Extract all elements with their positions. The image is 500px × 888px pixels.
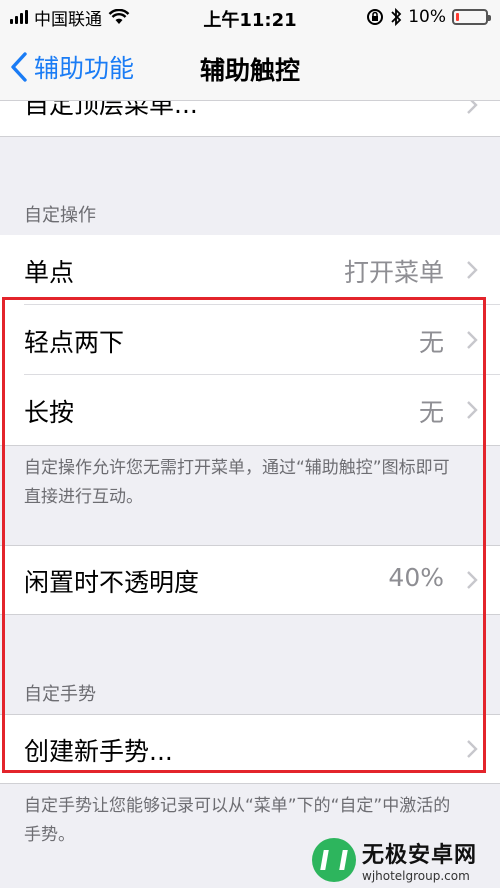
double-tap-label: 轻点两下 (24, 328, 125, 357)
idle-opacity-row[interactable]: 闲置时不透明度 40% (0, 546, 500, 614)
status-bar: 中国联通 上午11:21 10% (0, 0, 500, 34)
long-press-label: 长按 (24, 398, 75, 427)
idle-opacity-label: 闲置时不透明度 (24, 568, 200, 597)
long-press-row[interactable]: 长按 无 (0, 375, 500, 445)
chevron-right-icon (467, 261, 478, 279)
single-tap-row[interactable]: 单点 打开菜单 (0, 235, 500, 305)
watermark-logo-icon (312, 838, 356, 882)
watermark-main: 无极安卓网 (362, 843, 478, 868)
create-gesture-row[interactable]: 创建新手势... (0, 715, 500, 783)
custom-actions-header: 自定操作 (24, 205, 96, 226)
custom-top-menu-label: 自定顶层菜单... (24, 101, 198, 119)
single-tap-label: 单点 (24, 258, 75, 287)
chevron-right-icon (467, 331, 478, 349)
double-tap-value: 无 (418, 328, 444, 357)
watermark-sub: wjhotelgroup.com (362, 869, 470, 883)
battery-icon (452, 9, 491, 25)
custom-gestures-header: 自定手势 (24, 684, 96, 705)
double-tap-row[interactable]: 轻点两下 无 (0, 305, 500, 375)
idle-opacity-value: 40% (388, 563, 444, 592)
custom-top-menu-row[interactable]: 自定顶层菜单... (0, 101, 500, 136)
custom-actions-footer: 自定操作允许您无需打开菜单，通过“辅助触控”图标即可直接进行互动。 (24, 458, 450, 507)
create-gesture-label: 创建新手势... (24, 737, 173, 766)
chevron-right-icon (467, 401, 478, 419)
rotation-lock-icon (367, 9, 384, 25)
single-tap-value: 打开菜单 (343, 258, 444, 287)
chevron-right-icon (467, 101, 478, 114)
navigation-bar: 辅助功能 辅助触控 (0, 34, 500, 101)
battery-percent: 10% (408, 7, 446, 27)
watermark: 无极安卓网 wjhotelgroup.com (312, 832, 500, 888)
status-right: 10% (366, 6, 491, 28)
chevron-right-icon (467, 740, 478, 758)
bluetooth-icon (391, 7, 402, 27)
long-press-value: 无 (418, 398, 444, 427)
chevron-right-icon (467, 571, 478, 589)
watermark-text: 无极安卓网 wjhotelgroup.com (362, 837, 477, 883)
page-title: 辅助触控 (199, 56, 300, 85)
